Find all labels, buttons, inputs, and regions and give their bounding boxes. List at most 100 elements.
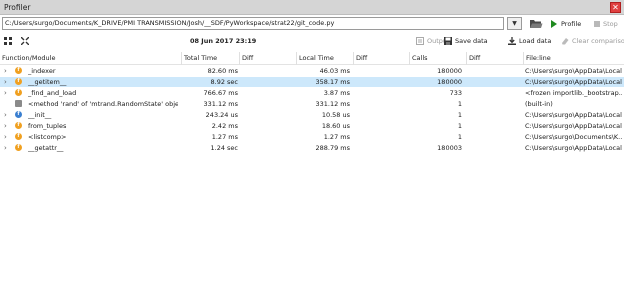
function-name: __init__ — [28, 111, 52, 119]
call-count: 733 — [449, 89, 462, 97]
local-time: 358.17 ms — [315, 78, 350, 86]
table-row[interactable]: › f _find_and_load 766.67 ms 3.87 ms 733 <froz… — [0, 88, 624, 98]
call-count: 1 — [457, 100, 462, 108]
header-diff-total[interactable]: Diff — [242, 54, 253, 62]
function-icon: f — [15, 133, 22, 140]
file-line: (built-in) — [525, 100, 553, 108]
chevron-right-icon[interactable]: › — [4, 67, 7, 75]
stop-button[interactable]: Stop — [594, 18, 618, 30]
column-separator — [466, 52, 467, 65]
header-local-time[interactable]: Local Time — [299, 54, 334, 62]
function-name: <listcomp> — [28, 133, 67, 141]
builtin-icon — [15, 100, 22, 107]
header-function[interactable]: Function/Module — [2, 54, 55, 62]
table-row[interactable]: › f __getattr__ 1.24 sec 288.79 ms 180003 C:\U… — [0, 143, 624, 153]
table-row[interactable]: <method 'rand' of 'mtrand.RandomState' o… — [0, 99, 624, 109]
profile-button[interactable]: Profile — [551, 18, 581, 30]
load-data-label: Load data — [519, 37, 552, 45]
header-total-time[interactable]: Total Time — [184, 54, 217, 62]
total-time: 243.24 us — [205, 111, 238, 119]
chevron-right-icon[interactable]: › — [4, 89, 7, 97]
eraser-icon — [562, 38, 569, 45]
total-time: 82.60 ms — [207, 67, 238, 75]
expand-all-icon[interactable] — [4, 37, 12, 45]
function-name: from_tuples — [28, 122, 67, 130]
file-line: C:\Users\surgo\AppData\Local — [525, 122, 622, 130]
save-data-label: Save data — [455, 37, 488, 45]
local-time: 1.27 ms — [323, 133, 350, 141]
table-row[interactable]: › f <listcomp> 1.27 ms 1.27 ms 1 C:\Users\surg… — [0, 132, 624, 142]
total-time: 766.67 ms — [203, 89, 238, 97]
clear-comparison-button[interactable]: Clear comparison — [561, 37, 624, 45]
load-data-button[interactable]: Load data — [508, 37, 551, 45]
function-icon: f — [15, 67, 22, 74]
chevron-down-icon[interactable]: ▼ — [507, 17, 522, 30]
chevron-right-icon[interactable]: › — [4, 111, 7, 119]
chevron-right-icon[interactable]: › — [4, 78, 7, 86]
table-header: Function/Module Total Time Diff Local Ti… — [0, 52, 624, 65]
profile-datetime: 08 Jun 2017 23:19 — [190, 37, 257, 45]
file-line: C:\Users\surgo\AppData\Local — [525, 111, 622, 119]
folder-open-icon[interactable] — [529, 18, 543, 30]
total-time: 1.24 sec — [210, 144, 239, 152]
download-icon — [508, 37, 516, 45]
local-time: 288.79 ms — [315, 144, 350, 152]
table-row[interactable]: › f __getitem__ 8.92 sec 358.17 ms 180000 C:\U… — [0, 77, 624, 87]
profile-button-label: Profile — [561, 20, 582, 28]
local-time: 10.58 us — [321, 111, 350, 119]
total-time: 8.92 sec — [210, 78, 239, 86]
header-file-line[interactable]: File:line — [526, 54, 551, 62]
column-separator — [353, 52, 354, 65]
function-icon: f — [15, 78, 22, 85]
local-time: 18.60 us — [321, 122, 350, 130]
path-bar: C:/Users/surgo/Documents/K_DRIVE/PMI TRA… — [0, 16, 624, 32]
call-count: 1 — [457, 111, 462, 119]
file-line: C:\Users\surgo\AppData\Local — [525, 144, 622, 152]
stop-button-label: Stop — [603, 20, 618, 28]
function-name: __getitem__ — [28, 78, 67, 86]
chevron-right-icon[interactable]: › — [4, 122, 7, 130]
play-icon — [551, 20, 557, 28]
window-titlebar: Profiler ✕ — [0, 0, 624, 15]
output-icon — [416, 37, 424, 45]
save-data-button[interactable]: Save data — [444, 37, 488, 45]
call-count: 180000 — [437, 67, 462, 75]
function-icon: f — [15, 89, 22, 96]
column-separator — [296, 52, 297, 65]
window-title: Profiler — [4, 3, 31, 12]
header-diff-calls[interactable]: Diff — [469, 54, 480, 62]
toolbar: 08 Jun 2017 23:19 Output Save data Load … — [0, 33, 624, 50]
file-line: C:\Users\surgo\AppData\Local — [525, 78, 622, 86]
chevron-right-icon[interactable]: › — [4, 133, 7, 141]
function-icon: f — [15, 144, 22, 151]
local-time: 3.87 ms — [323, 89, 350, 97]
chevron-right-icon[interactable]: › — [4, 144, 7, 152]
column-separator — [239, 52, 240, 65]
class-method-icon: f — [15, 111, 22, 118]
total-time: 2.42 ms — [211, 122, 238, 130]
table-row[interactable]: › f _indexer 82.60 ms 46.03 ms 180000 C:\Users… — [0, 66, 624, 76]
local-time: 46.03 ms — [319, 67, 350, 75]
close-icon[interactable]: ✕ — [610, 2, 621, 13]
header-calls[interactable]: Calls — [412, 54, 428, 62]
column-separator — [409, 52, 410, 65]
call-count: 180003 — [437, 144, 462, 152]
table-row[interactable]: › f __init__ 243.24 us 10.58 us 1 C:\Users\sur… — [0, 110, 624, 120]
clear-comparison-label: Clear comparison — [572, 37, 624, 45]
collapse-all-icon[interactable] — [21, 37, 29, 45]
column-separator — [181, 52, 182, 65]
file-path-input[interactable]: C:/Users/surgo/Documents/K_DRIVE/PMI TRA… — [2, 17, 504, 30]
header-diff-local[interactable]: Diff — [356, 54, 367, 62]
call-count: 180000 — [437, 78, 462, 86]
table-row[interactable]: › f from_tuples 2.42 ms 18.60 us 1 C:\Users\su… — [0, 121, 624, 131]
call-count: 1 — [457, 133, 462, 141]
function-name: <method 'rand' of 'mtrand.RandomState' o… — [28, 100, 178, 108]
function-name: __getattr__ — [28, 144, 64, 152]
call-count: 1 — [457, 122, 462, 130]
file-line: C:\Users\surgo\Documents\K... — [525, 133, 622, 141]
save-icon — [444, 37, 452, 45]
total-time: 331.12 ms — [203, 100, 238, 108]
stop-icon — [594, 21, 600, 27]
column-separator — [523, 52, 524, 65]
function-icon: f — [15, 122, 22, 129]
